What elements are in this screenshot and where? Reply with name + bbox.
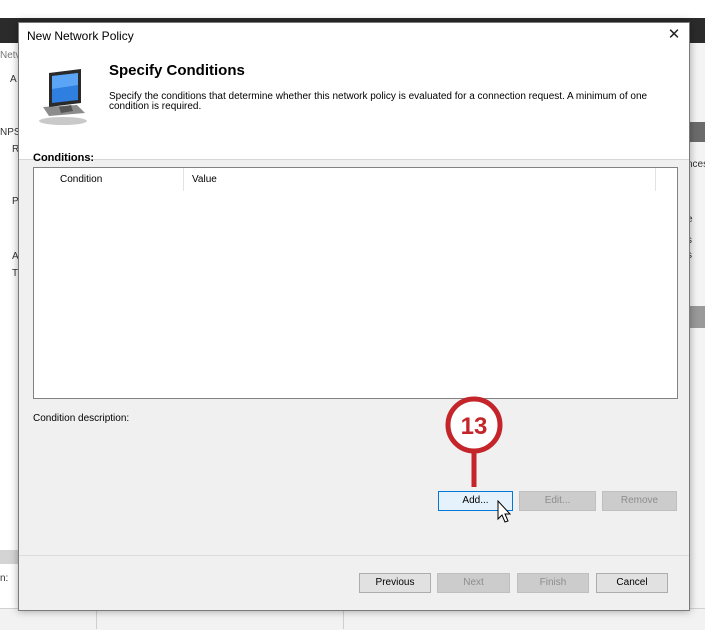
dialog-title: New Network Policy — [27, 29, 134, 43]
cancel-button[interactable]: Cancel — [596, 573, 668, 593]
footer-separator — [19, 555, 689, 556]
previous-button[interactable]: Previous — [359, 573, 431, 593]
step-callout: 13 — [445, 396, 503, 487]
edit-button[interactable]: Edit... — [519, 491, 596, 511]
conditions-list[interactable]: Condition Value — [33, 167, 678, 399]
page-description: Specify the conditions that determine wh… — [109, 91, 648, 112]
background-scrollbar — [0, 550, 20, 564]
condition-description-label: Condition description: — [33, 413, 130, 424]
network-computer-icon — [39, 69, 87, 125]
close-icon: ✕ — [667, 26, 681, 43]
close-button[interactable]: ✕ — [659, 23, 689, 49]
page-title: Specify Conditions — [109, 62, 245, 79]
finish-button[interactable]: Finish — [517, 573, 589, 593]
bg-fragment: A — [10, 74, 17, 85]
wizard-header: Specify Conditions Specify the condition… — [19, 49, 689, 160]
background-divider — [343, 608, 344, 629]
bg-fragment: n: — [0, 573, 9, 584]
step-number: 13 — [461, 413, 488, 440]
mouse-pointer-icon — [497, 500, 511, 523]
background-window-top — [0, 0, 705, 18]
dialog-titlebar[interactable]: New Network Policy ✕ — [19, 23, 689, 49]
remove-button[interactable]: Remove — [602, 491, 677, 511]
next-button[interactable]: Next — [437, 573, 510, 593]
background-status-area: n: — [0, 573, 705, 630]
new-network-policy-dialog: New Network Policy ✕ Specify Conditions … — [18, 22, 690, 611]
background-divider — [96, 608, 97, 629]
column-header-value[interactable]: Value — [184, 168, 656, 191]
conditions-label: Conditions: — [33, 152, 95, 164]
column-header-condition[interactable]: Condition — [52, 168, 184, 191]
